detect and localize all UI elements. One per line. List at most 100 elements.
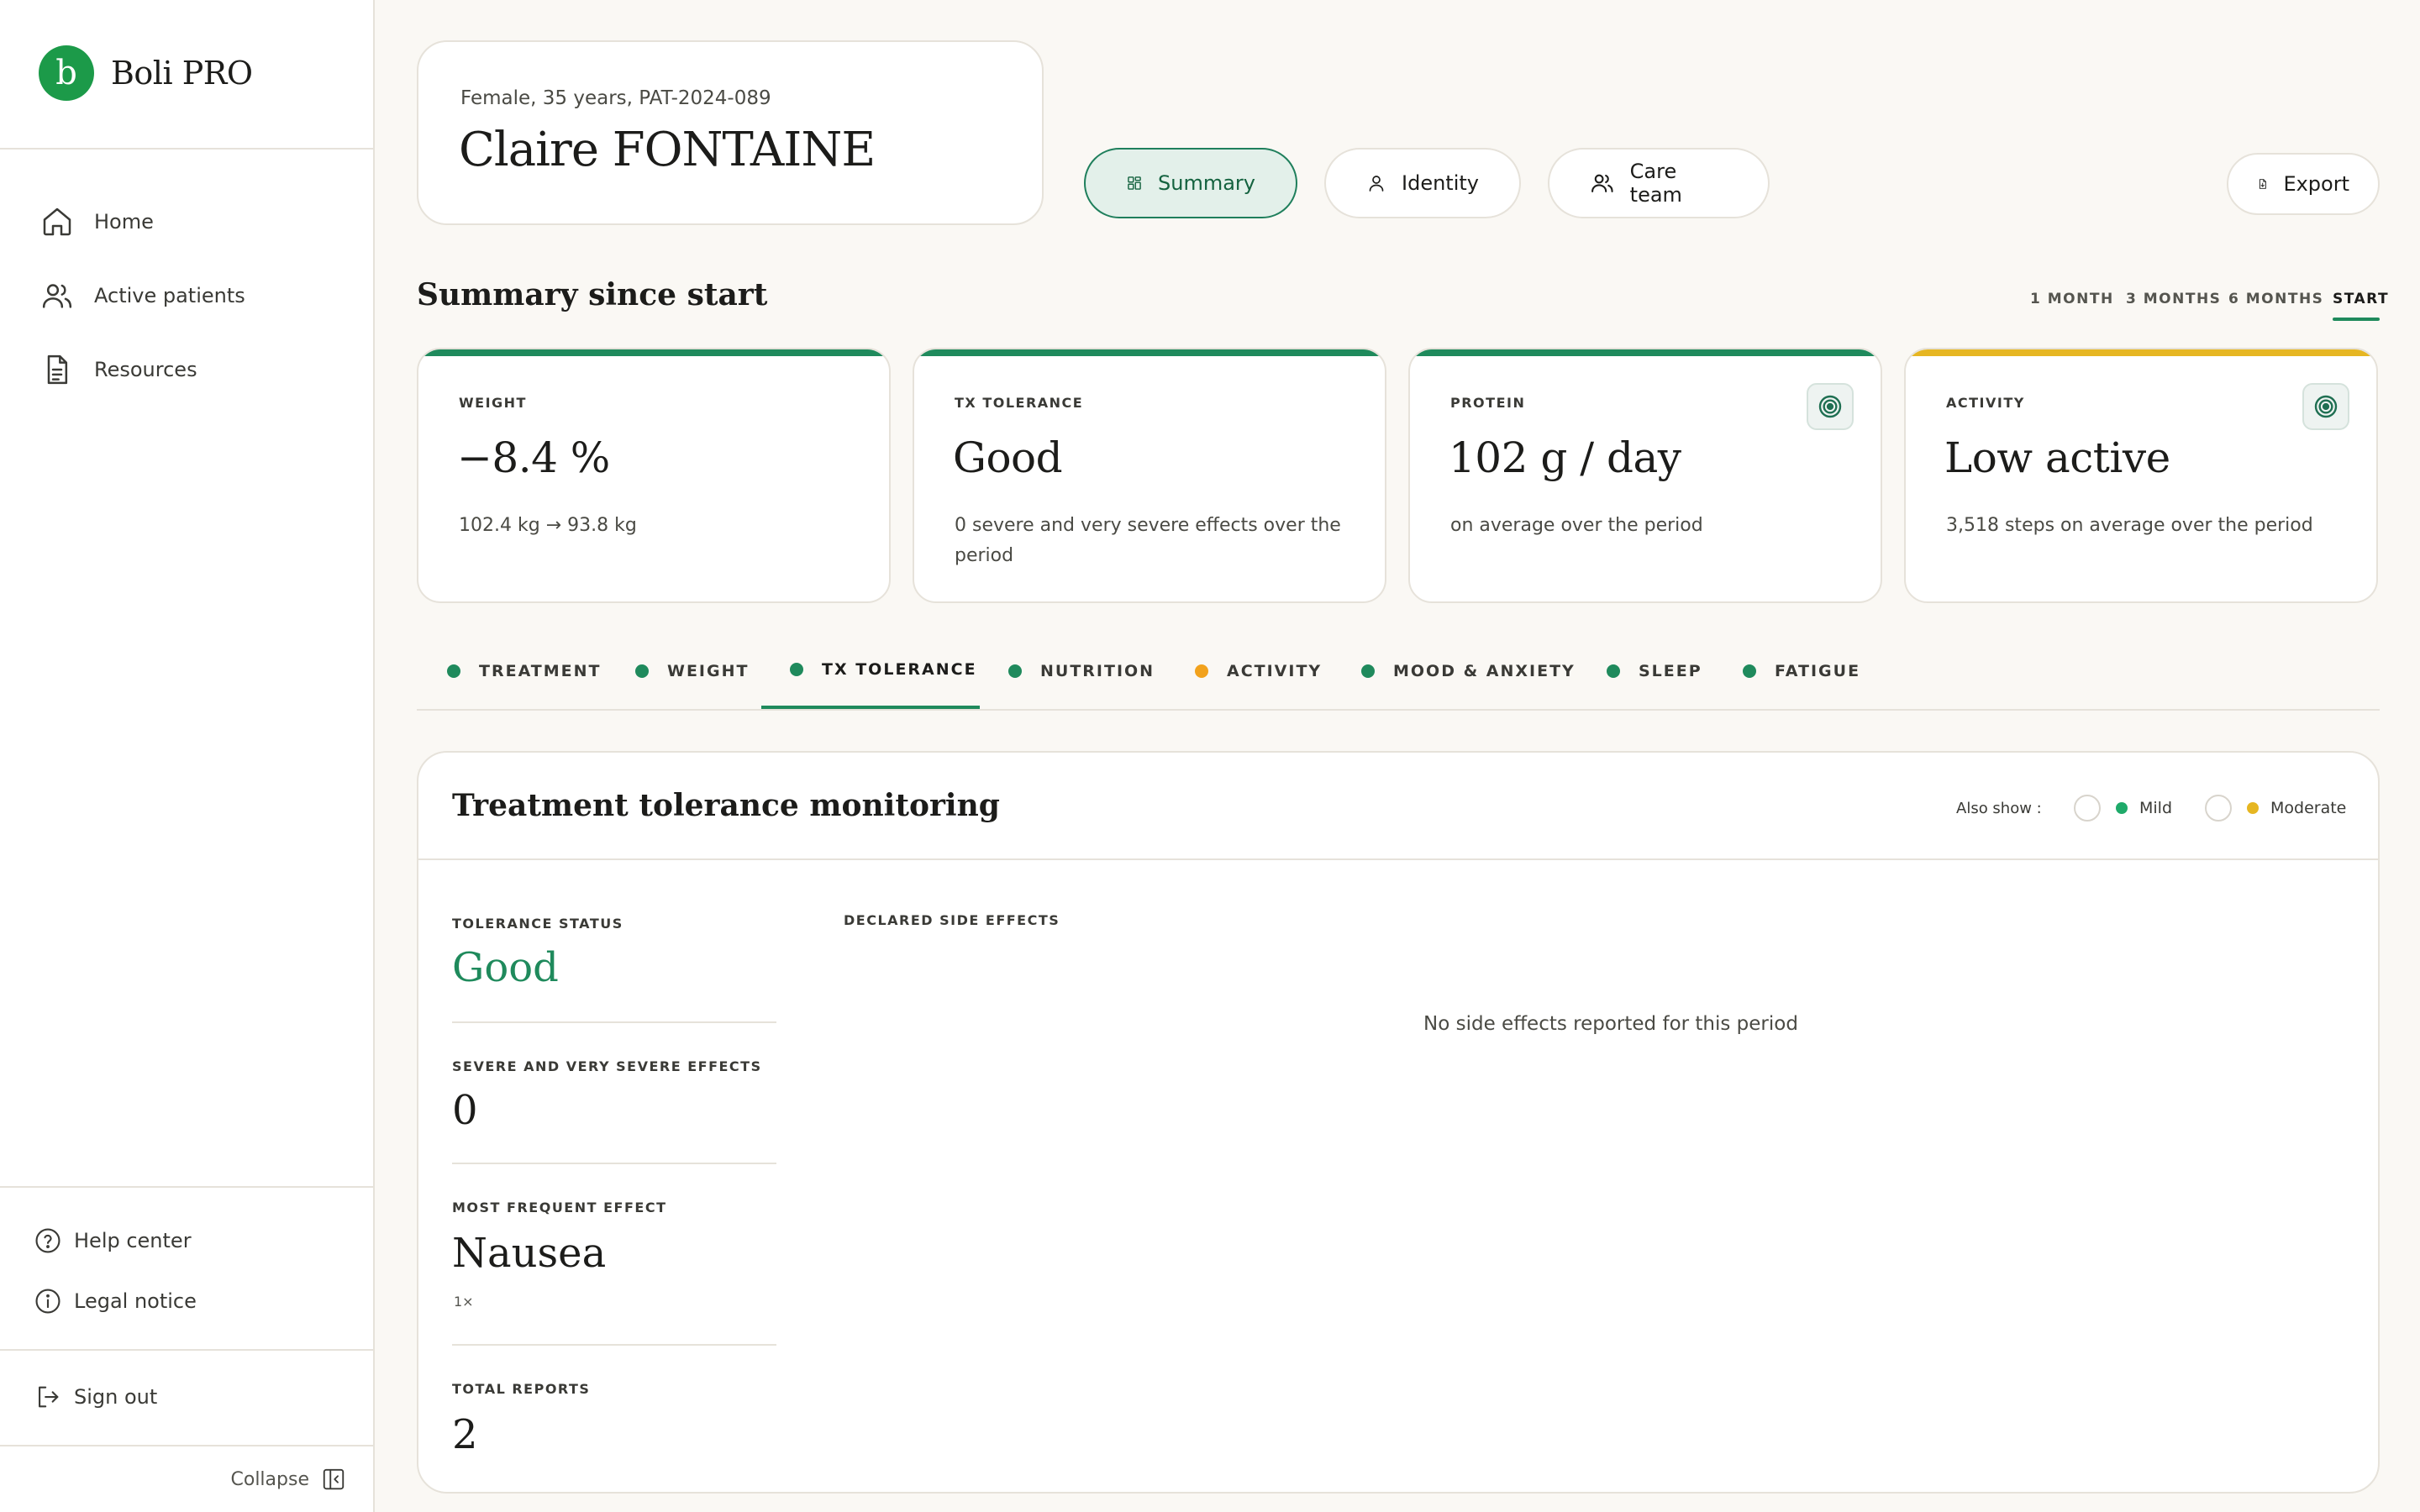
brand[interactable]: b Boli PRO: [39, 45, 253, 101]
kpi-value: Low active: [1944, 433, 2170, 482]
kpi-value: −8.4 %: [457, 433, 610, 482]
export-button[interactable]: Export: [2227, 153, 2380, 215]
checkbox[interactable]: [2074, 795, 2101, 822]
tab-nutrition[interactable]: NUTRITION: [1008, 662, 1155, 680]
status-dot: [1361, 664, 1375, 678]
export-label: Export: [2283, 172, 2349, 196]
frequent-effect-value: Nausea: [452, 1230, 607, 1277]
kpi-subtext: on average over the period: [1450, 515, 1703, 536]
declared-side-effects-label: DECLARED SIDE EFFECTS: [844, 912, 1060, 928]
sidebar-item-label: Home: [94, 210, 154, 234]
kpi-value: 102 g / day: [1449, 433, 1681, 482]
filter-mild-toggle[interactable]: Mild: [2074, 795, 2172, 822]
stat-divider: [452, 1344, 776, 1346]
sidebar-item-resources[interactable]: Resources: [40, 353, 197, 386]
tabs-divider: [417, 709, 2380, 711]
tab-summary[interactable]: Summary: [1084, 148, 1297, 218]
status-dot: [1743, 664, 1756, 678]
tab-label: ACTIVITY: [1227, 662, 1323, 680]
goal-button[interactable]: [2302, 383, 2349, 430]
range-6-months[interactable]: 6 MONTHS: [2228, 291, 2323, 307]
tolerance-panel: Treatment tolerance monitoring Also show…: [417, 751, 2380, 1494]
brand-logo: b: [39, 45, 94, 101]
tab-activity[interactable]: ACTIVITY: [1195, 662, 1322, 680]
status-dot: [635, 664, 649, 678]
sidebar-divider: [0, 1186, 375, 1188]
sidebar-divider: [0, 1349, 375, 1351]
users-icon: [1591, 174, 1613, 192]
tab-label: TX TOLERANCE: [822, 660, 977, 679]
sidebar-divider: [0, 1445, 375, 1446]
tab-label: FATIGUE: [1775, 662, 1861, 680]
total-reports-value: 2: [452, 1411, 478, 1458]
patient-name: Claire FONTAINE: [459, 123, 876, 177]
target-icon: [2314, 395, 2338, 418]
status-dot: [1607, 664, 1620, 678]
kpi-card-activity[interactable]: ACTIVITY Low active 3,518 steps on avera…: [1904, 348, 2378, 603]
kpi-label: WEIGHT: [459, 395, 527, 411]
severe-effects-value: 0: [452, 1087, 478, 1134]
tolerance-status-value: Good: [452, 944, 559, 991]
info-icon: [35, 1289, 60, 1314]
collapse-label: Collapse: [230, 1468, 310, 1490]
tab-tx-tolerance[interactable]: TX TOLERANCE: [790, 660, 977, 679]
tab-fatigue[interactable]: FATIGUE: [1743, 662, 1860, 680]
sidebar-item-home[interactable]: Home: [40, 205, 154, 239]
tab-care-team[interactable]: Care team: [1548, 148, 1770, 218]
sign-out-label: Sign out: [74, 1385, 158, 1409]
tab-identity[interactable]: Identity: [1324, 148, 1521, 218]
kpi-subtext: 102.4 kg → 93.8 kg: [459, 515, 637, 536]
kpi-label: PROTEIN: [1450, 395, 1526, 411]
range-start[interactable]: START: [2333, 291, 2389, 307]
tab-mood-anxiety[interactable]: MOOD & ANXIETY: [1361, 662, 1576, 680]
tab-sleep[interactable]: SLEEP: [1607, 662, 1702, 680]
tab-label: Identity: [1402, 171, 1479, 195]
range-active-indicator: [2333, 318, 2380, 321]
frequent-effect-count: 1×: [454, 1294, 474, 1310]
tab-label: SLEEP: [1639, 662, 1702, 680]
collapse-sidebar-button[interactable]: Collapse: [231, 1467, 347, 1492]
range-3-months[interactable]: 3 MONTHS: [2126, 291, 2221, 307]
sidebar-item-label: Help center: [74, 1229, 192, 1252]
status-bar: [1906, 349, 2376, 356]
panel-header-divider: [418, 858, 2378, 860]
user-icon: [1369, 176, 1384, 192]
sidebar-item-legal-notice[interactable]: Legal notice: [34, 1287, 197, 1315]
status-bar: [1410, 349, 1881, 356]
checkbox[interactable]: [2205, 795, 2232, 822]
status-dot: [447, 664, 460, 678]
filter-label: Moderate: [2270, 799, 2347, 817]
sidebar-item-help-center[interactable]: Help center: [34, 1226, 192, 1255]
tab-label: NUTRITION: [1040, 662, 1155, 680]
range-1-month[interactable]: 1 MONTH: [2030, 291, 2114, 307]
kpi-subtext: 3,518 steps on average over the period: [1946, 515, 2313, 536]
stat-divider: [452, 1021, 776, 1023]
sign-out-button[interactable]: Sign out: [34, 1383, 157, 1411]
status-dot: [1008, 664, 1022, 678]
summary-title: Summary since start: [417, 277, 768, 312]
kpi-value: Good: [953, 433, 1063, 482]
goal-button[interactable]: [1807, 383, 1854, 430]
sidebar-item-active-patients[interactable]: Active patients: [40, 279, 245, 312]
stat-divider: [452, 1163, 776, 1164]
brand-name: Boli PRO: [111, 55, 253, 92]
sidebar-item-label: Active patients: [94, 284, 245, 307]
severity-dot: [2247, 802, 2259, 814]
tab-treatment[interactable]: TREATMENT: [447, 662, 602, 680]
kpi-card-protein[interactable]: PROTEIN 102 g / day on average over the …: [1408, 348, 1882, 603]
collapse-icon: [323, 1468, 345, 1490]
status-dot: [1195, 664, 1208, 678]
kpi-card-weight[interactable]: WEIGHT −8.4 % 102.4 kg → 93.8 kg: [417, 348, 891, 603]
tolerance-status-label: TOLERANCE STATUS: [452, 916, 623, 932]
help-icon: [35, 1228, 60, 1253]
sign-out-icon: [39, 1386, 59, 1408]
tab-active-indicator: [761, 706, 980, 709]
patient-card: Female, 35 years, PAT-2024-089 Claire FO…: [417, 40, 1044, 225]
kpi-subtext: 0 severe and very severe effects over th…: [955, 515, 1341, 566]
patient-meta: Female, 35 years, PAT-2024-089: [460, 87, 771, 109]
kpi-card-tx-tolerance[interactable]: TX TOLERANCE Good 0 severe and very seve…: [913, 348, 1386, 603]
tab-weight[interactable]: WEIGHT: [635, 662, 749, 680]
filter-moderate-toggle[interactable]: Moderate: [2205, 795, 2346, 822]
frequent-effect-label: MOST FREQUENT EFFECT: [452, 1200, 667, 1215]
sidebar: b Boli PRO Home Active patients Resource…: [0, 0, 375, 1512]
